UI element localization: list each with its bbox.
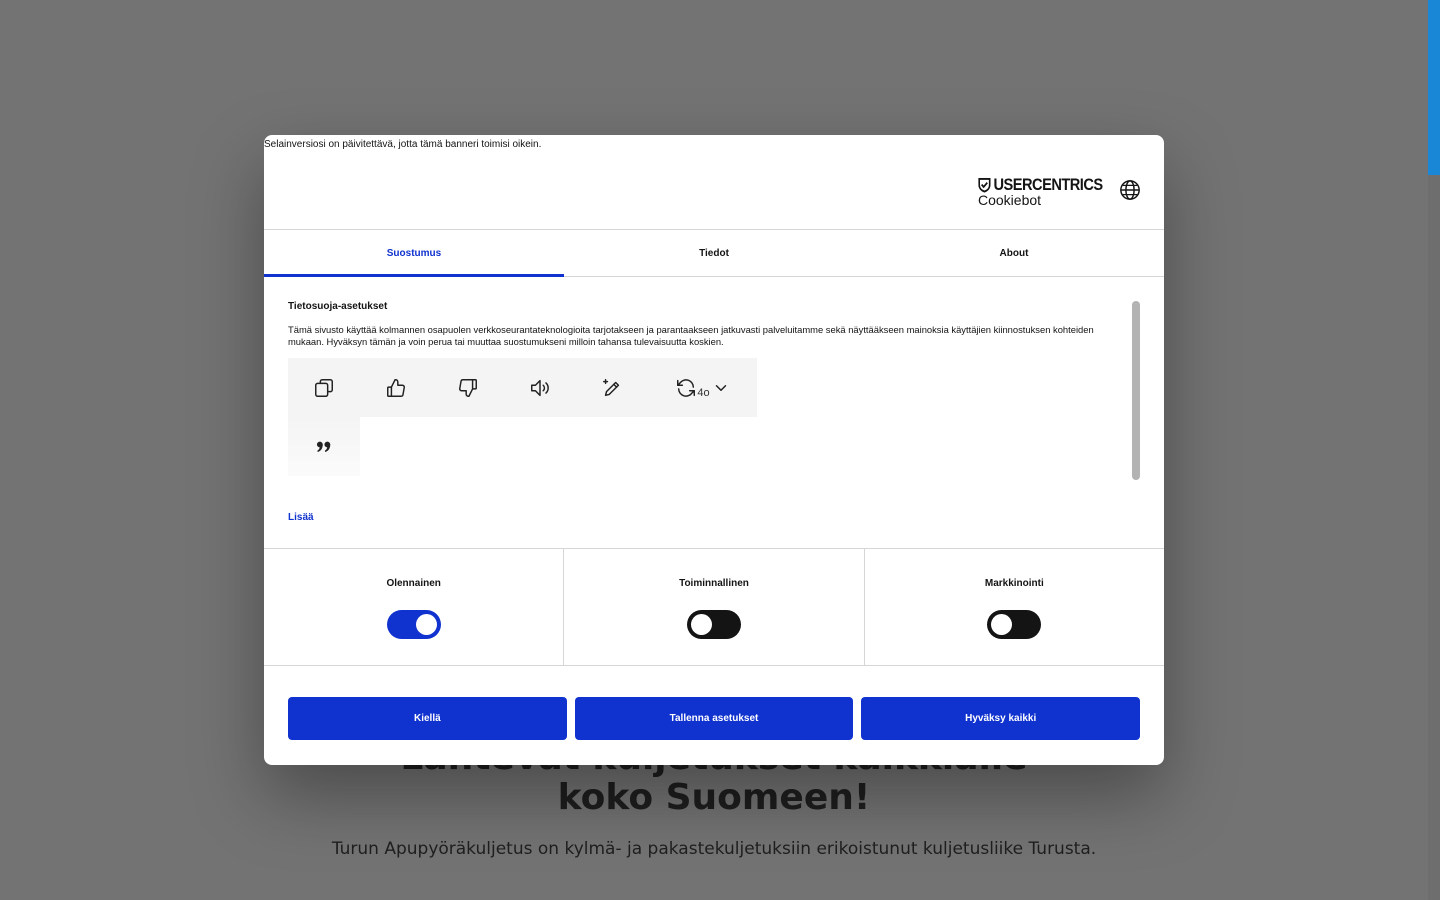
category-necessary: Olennainen	[264, 549, 565, 665]
brand-product: Cookiebot	[978, 192, 1042, 208]
dialog-footer: Kiellä Tallenna asetukset Hyväksy kaikki	[288, 697, 1141, 740]
shield-check-icon	[978, 177, 991, 193]
toggle-knob	[991, 614, 1013, 635]
consent-tabs: Suostumus Tiedot About	[264, 230, 1164, 277]
toggle-marketing[interactable]	[987, 610, 1042, 639]
refresh-icon	[677, 378, 696, 397]
category-label: Markkinointi	[984, 578, 1044, 589]
copy-icon	[315, 378, 333, 397]
thumbs-up-icon	[387, 378, 405, 397]
category-functional: Toiminnallinen	[564, 549, 865, 665]
quote-button[interactable]	[288, 417, 360, 476]
globe-icon[interactable]	[1119, 179, 1141, 201]
thumbs-up-button[interactable]	[360, 358, 432, 417]
more-link[interactable]: Lisää	[288, 512, 314, 523]
category-label: Toiminnallinen	[679, 578, 749, 589]
regenerate-button[interactable]: 4o	[648, 358, 757, 417]
magic-pencil-icon	[603, 378, 620, 396]
thumbs-down-icon	[459, 378, 477, 397]
read-aloud-button[interactable]	[504, 358, 576, 417]
copy-button[interactable]	[288, 358, 360, 417]
content-title: Tietosuoja-asetukset	[288, 301, 388, 312]
consent-content: Tietosuoja-asetukset Tämä sivusto käyttä…	[288, 301, 1128, 541]
consent-categories: Olennainen Toiminnallinen Markkinointi	[264, 548, 1164, 666]
deny-button[interactable]: Kiellä	[288, 697, 567, 740]
content-text: Tämä sivusto käyttää kolmannen osapuolen…	[288, 324, 1094, 347]
page-scrollbar[interactable]	[1428, 0, 1440, 900]
quote-icon	[316, 441, 331, 452]
tab-about[interactable]: About	[864, 230, 1164, 276]
save-settings-button[interactable]: Tallenna asetukset	[574, 697, 854, 740]
speaker-icon	[531, 379, 549, 396]
toggle-necessary[interactable]	[386, 610, 441, 639]
chevron-down-icon	[715, 384, 726, 391]
accept-all-button[interactable]: Hyväksy kaikki	[861, 697, 1141, 740]
thumbs-down-button[interactable]	[432, 358, 504, 417]
cookie-consent-dialog: Selainversiosi on päivitettävä, jotta tä…	[264, 135, 1164, 765]
page-scrollbar-thumb[interactable]	[1428, 0, 1440, 175]
toggle-knob	[690, 614, 712, 635]
model-label: 4o	[697, 387, 710, 399]
dialog-header: Selainversiosi on päivitettävä, jotta tä…	[264, 135, 1164, 230]
category-marketing: Markkinointi	[865, 549, 1164, 665]
toggle-knob	[415, 614, 437, 635]
tab-consent[interactable]: Suostumus	[264, 230, 564, 277]
category-label: Olennainen	[386, 578, 441, 589]
hero-heading-line2: koko Suomeen!	[557, 777, 871, 818]
hero-subtitle: Turun Apupyöräkuljetus on kylmä- ja paka…	[331, 839, 1097, 859]
tab-details[interactable]: Tiedot	[564, 230, 864, 276]
browser-warning: Selainversiosi on päivitettävä, jotta tä…	[264, 139, 542, 150]
content-scrollbar[interactable]	[1132, 301, 1140, 480]
usercentrics-logo: USERCENTRICS Cookiebot	[978, 175, 1103, 209]
toggle-functional[interactable]	[686, 610, 741, 639]
action-toolbar: 4o	[288, 358, 757, 417]
edit-button[interactable]	[576, 358, 648, 417]
